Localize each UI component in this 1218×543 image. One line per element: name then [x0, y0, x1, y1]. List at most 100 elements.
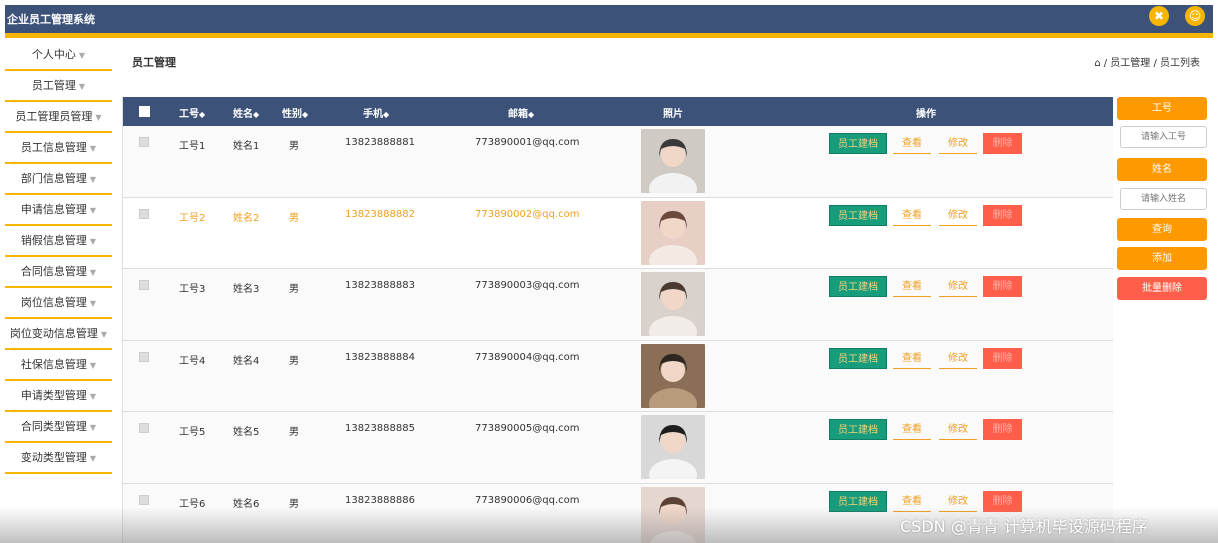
sidebar-item[interactable]: 合同信息管理 ▼: [5, 257, 112, 288]
delete-button[interactable]: 删除: [983, 347, 1022, 369]
cell-name: 姓名1: [233, 141, 260, 152]
breadcrumb: ⌂ / 员工管理 / 员工列表: [1094, 54, 1200, 69]
table-row[interactable]: 工号5 姓名5 男 13823888885 773890005@qq.com 员工建档 查看…: [123, 412, 1113, 484]
chevron-down-icon: ▼: [89, 361, 97, 370]
sidebar-item-label: 变动类型管理: [20, 451, 87, 464]
fullscreen-icon[interactable]: ✖: [1149, 6, 1169, 26]
sidebar-item-label: 员工管理员管理: [15, 110, 93, 123]
sidebar-item[interactable]: 员工管理 ▼: [5, 71, 112, 102]
delete-button[interactable]: 删除: [983, 204, 1022, 226]
home-icon[interactable]: ⌂: [1094, 58, 1100, 69]
page-title: 员工管理: [132, 56, 176, 69]
col-gender[interactable]: 性别◆: [282, 105, 308, 120]
row-checkbox[interactable]: [139, 280, 149, 290]
name-search-input[interactable]: [1120, 188, 1207, 210]
row-checkbox[interactable]: [139, 423, 149, 433]
cell-email: 773890002@qq.com: [475, 208, 580, 220]
sidebar-item[interactable]: 员工信息管理 ▼: [5, 133, 112, 164]
sort-icon: ◆: [302, 110, 309, 119]
row-checkbox[interactable]: [139, 351, 149, 362]
cell-phone: 13823888884: [345, 351, 415, 363]
add-button[interactable]: 添加: [1117, 247, 1207, 270]
table-row[interactable]: 工号1 姓名1 男 13823888881 773890001@qq.com 员工建档 查看…: [123, 126, 1113, 198]
table-row[interactable]: 工号2 姓名2 男 13823888882 773890002@qq.com 员工建档 查看…: [123, 197, 1113, 269]
sidebar-menu: 个人中心 ▼ 员工管理 ▼ 员工管理员管理 ▼ 员工信息管理 ▼ 部门信息管理 ▼ 申请信息管理 ▼ 销…: [5, 40, 112, 474]
dossier-button[interactable]: 员工建档: [829, 419, 887, 440]
sidebar-item[interactable]: 合同类型管理 ▼: [5, 412, 112, 443]
employee-photo[interactable]: [641, 486, 705, 543]
view-button[interactable]: 查看: [893, 419, 931, 440]
chevron-down-icon: ▼: [78, 51, 86, 60]
cell-email: 773890004@qq.com: [475, 351, 580, 363]
dossier-button[interactable]: 员工建档: [829, 204, 887, 226]
dossier-button[interactable]: 员工建档: [829, 490, 887, 512]
sidebar-item[interactable]: 申请类型管理 ▼: [5, 381, 112, 412]
employee-photo[interactable]: [641, 272, 705, 336]
view-button[interactable]: 查看: [893, 205, 931, 226]
employee-table: 工号◆ 姓名◆ 性别◆ 手机◆ 邮箱◆ 照片 操作 工号1 姓名1 男 1382388…: [122, 97, 1113, 543]
dossier-button[interactable]: 员工建档: [829, 276, 887, 297]
row-checkbox[interactable]: [139, 208, 149, 219]
col-email[interactable]: 邮箱◆: [508, 105, 534, 120]
delete-button[interactable]: 删除: [983, 419, 1022, 440]
id-label-button[interactable]: 工号: [1117, 97, 1207, 120]
cell-id: 工号2: [179, 212, 206, 224]
sidebar-item[interactable]: 岗位变动信息管理 ▼: [5, 319, 112, 350]
view-button[interactable]: 查看: [893, 491, 931, 512]
employee-photo[interactable]: [641, 343, 705, 408]
top-bar: 企业员工管理系统 ✖ ☺: [5, 5, 1213, 33]
sidebar-item[interactable]: 部门信息管理 ▼: [5, 164, 112, 195]
col-phone[interactable]: 手机◆: [363, 105, 389, 120]
view-button[interactable]: 查看: [893, 133, 931, 154]
table-row[interactable]: 工号3 姓名3 男 13823888883 773890003@qq.com 员工建档 查看…: [123, 269, 1113, 341]
row-checkbox[interactable]: [139, 494, 149, 505]
col-actions: 操作: [916, 109, 936, 120]
cell-gender: 男: [289, 212, 299, 224]
sidebar-item[interactable]: 岗位信息管理 ▼: [5, 288, 112, 319]
cell-phone: 13823888882: [345, 208, 415, 220]
cell-id: 工号4: [179, 355, 206, 367]
query-button[interactable]: 查询: [1117, 218, 1207, 241]
delete-button[interactable]: 删除: [983, 133, 1022, 154]
id-search-input[interactable]: [1120, 126, 1207, 148]
edit-button[interactable]: 修改: [939, 133, 977, 154]
batch-delete-button[interactable]: 批量删除: [1117, 277, 1207, 300]
col-photo: 照片: [663, 109, 683, 120]
table-body: 工号1 姓名1 男 13823888881 773890001@qq.com 员工建档 查看…: [123, 126, 1113, 543]
cell-gender: 男: [289, 427, 299, 438]
employee-photo[interactable]: [641, 129, 705, 193]
sidebar-item-label: 员工信息管理: [20, 141, 87, 154]
dossier-button[interactable]: 员工建档: [829, 347, 887, 369]
col-id[interactable]: 工号◆: [179, 105, 205, 120]
sidebar-item[interactable]: 个人中心 ▼: [5, 40, 112, 71]
edit-button[interactable]: 修改: [939, 205, 977, 226]
user-icon[interactable]: ☺: [1185, 6, 1205, 26]
sidebar-item[interactable]: 员工管理员管理 ▼: [5, 102, 112, 133]
app-title: 企业员工管理系统: [7, 13, 95, 26]
delete-button[interactable]: 删除: [983, 490, 1022, 512]
edit-button[interactable]: 修改: [939, 348, 977, 369]
employee-photo[interactable]: [641, 200, 705, 265]
sidebar-item[interactable]: 变动类型管理 ▼: [5, 443, 112, 474]
delete-button[interactable]: 删除: [983, 276, 1022, 297]
employee-photo[interactable]: [641, 415, 705, 479]
select-all-checkbox[interactable]: [139, 106, 150, 117]
sidebar-item[interactable]: 社保信息管理 ▼: [5, 350, 112, 381]
edit-button[interactable]: 修改: [939, 491, 977, 512]
table-row[interactable]: 工号4 姓名4 男 13823888884 773890004@qq.com 员工建档 查看…: [123, 340, 1113, 412]
chevron-down-icon: ▼: [78, 82, 86, 91]
sidebar-item[interactable]: 申请信息管理 ▼: [5, 195, 112, 226]
row-checkbox[interactable]: [139, 137, 149, 147]
view-button[interactable]: 查看: [893, 276, 931, 297]
view-button[interactable]: 查看: [893, 348, 931, 369]
chevron-down-icon: ▼: [89, 144, 97, 153]
edit-button[interactable]: 修改: [939, 419, 977, 440]
sidebar-item[interactable]: 销假信息管理 ▼: [5, 226, 112, 257]
sidebar-item-label: 部门信息管理: [20, 172, 87, 185]
dossier-button[interactable]: 员工建档: [829, 133, 887, 154]
edit-button[interactable]: 修改: [939, 276, 977, 297]
name-label-button[interactable]: 姓名: [1117, 158, 1207, 181]
chevron-down-icon: ▼: [89, 237, 97, 246]
cell-email: 773890005@qq.com: [475, 423, 580, 434]
col-name[interactable]: 姓名◆: [233, 105, 259, 120]
